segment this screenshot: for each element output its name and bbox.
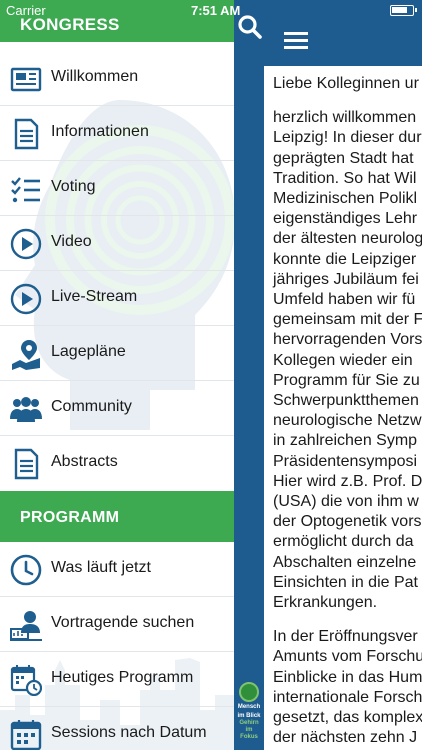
menu-label: Video (51, 233, 92, 250)
article-line: Medizinischen Polikl (273, 190, 418, 208)
clock-icon (10, 554, 42, 586)
menu-item-sessions-nach-datum[interactable]: Sessions nach Datum (0, 707, 234, 750)
article-line: geprägten Stadt hat (273, 149, 414, 167)
menu-label: Voting (51, 178, 96, 195)
article-line: Schwerpunktthemen (273, 392, 419, 410)
article-paragraph: In der Eröffnungsver Amunts vom Forschu Ei… (273, 627, 422, 748)
section-title: PROGRAMM (20, 509, 120, 526)
map-pin-icon (12, 340, 40, 370)
article-line: jähriges Jubiläum fei (273, 270, 419, 288)
article-line: Hier wird z.B. Prof. D (273, 472, 422, 490)
article-line: Einsichten in die Pat (273, 573, 418, 591)
article-line: ermöglicht durch da (273, 533, 414, 551)
app-root: Carrier 7:51 AM Liebe Kolleginnen ur her… (0, 0, 422, 750)
article-line: in zahlreichen Symp (273, 432, 418, 450)
play-circle-icon (10, 228, 42, 260)
salutation-text: Liebe Kolleginnen ur (273, 75, 419, 92)
menu-label: Sessions nach Datum (51, 724, 207, 741)
brand-logo: Mensch im Blick Gehirn im Fokus (236, 682, 262, 742)
play-circle-icon (10, 283, 42, 315)
article-line: konnte die Leipziger (273, 250, 417, 268)
menu-label: Live-Stream (51, 288, 138, 305)
menu-item-informationen[interactable]: Informationen (0, 106, 234, 161)
article-line: Präsidentensymposi (273, 452, 418, 470)
menu-item-live-stream[interactable]: Live-Stream (0, 271, 234, 326)
menu-label: Lagepläne (51, 343, 126, 360)
brand-line-2: im Blick (237, 713, 261, 719)
menu-item-video[interactable]: Video (0, 216, 234, 271)
brand-logo-icon (239, 682, 259, 702)
battery-icon (390, 5, 417, 16)
article-line: internationale Forsch (273, 688, 422, 706)
article-line: Abschalten einzelne (273, 553, 417, 571)
menu-label: Heutiges Programm (51, 669, 194, 686)
brand-line-1: Mensch (237, 704, 261, 710)
article-line: Umfeld haben wir fü (273, 291, 416, 309)
article-line: Erkrankungen. (273, 594, 378, 612)
article-paragraph: herzlich willkommen Leipzig! In dieser du… (273, 108, 422, 613)
people-icon (10, 397, 42, 422)
programm-section-header: PROGRAMM (0, 491, 234, 542)
menu-item-willkommen[interactable]: Willkommen (0, 51, 234, 106)
menu-label: Was läuft jetzt (51, 559, 151, 576)
menu-item-was-laeuft-jetzt[interactable]: Was läuft jetzt (0, 542, 234, 597)
article-line: der ältesten neurolog (273, 230, 422, 248)
menu-item-heutiges-programm[interactable]: Heutiges Programm (0, 652, 234, 707)
article-line: Amunts vom Forschu (273, 648, 422, 666)
clock-label: 7:51 AM (191, 3, 241, 18)
article-line: der Optogenetik vors (273, 513, 422, 531)
article-line: gemeinsam mit der F (273, 311, 422, 329)
side-toolbar: Mensch im Blick Gehirn im Fokus (234, 0, 264, 750)
menu-label: Informationen (51, 123, 149, 140)
welcome-article: Liebe Kolleginnen ur herzlich willkommen… (273, 74, 422, 750)
article-line: neurologische Netzw (273, 412, 422, 430)
menu-item-lageplaene[interactable]: Lagepläne (0, 326, 234, 381)
article-line: Programm für Sie zu (273, 371, 420, 389)
newspaper-icon (10, 67, 42, 92)
battery-level (392, 7, 407, 13)
article-line: Einblicke in das Hum (273, 668, 422, 686)
article-line: (USA) die von ihm w (273, 493, 419, 511)
article-line: Kollegen wieder ein (273, 351, 413, 369)
menu-item-abstracts[interactable]: Abstracts (0, 436, 234, 491)
menu-item-voting[interactable]: Voting (0, 161, 234, 216)
article-line: eigenständiges Lehr (273, 210, 418, 228)
document-icon (14, 118, 39, 150)
article-line: Tradition. So hat Wil (273, 169, 417, 187)
navigation-drawer: KONGRESS Willkommen Informationen Voting… (0, 0, 234, 750)
article-line: der nächsten zehn J (273, 729, 418, 747)
article-line: hervorragenden Vors (273, 331, 422, 349)
menu-label: Vortragende suchen (51, 614, 195, 631)
document-icon (14, 448, 39, 480)
menu-item-community[interactable]: Community (0, 381, 234, 436)
menu-label: Willkommen (51, 68, 139, 85)
brand-line-3: Gehirn (239, 720, 259, 726)
calendar-clock-icon (10, 665, 42, 696)
article-line: gesetzt, das komplex (273, 709, 422, 727)
speaker-icon (10, 611, 42, 641)
hamburger-menu-icon[interactable] (284, 32, 308, 50)
carrier-label: Carrier (6, 3, 46, 18)
brand-line-4: im Fokus (240, 727, 258, 740)
menu-item-vortragende-suchen[interactable]: Vortragende suchen (0, 597, 234, 652)
content-panel: Liebe Kolleginnen ur herzlich willkommen… (234, 0, 422, 750)
article-line: In der Eröffnungsver (273, 628, 418, 646)
article-line: Leipzig! In dieser dur (273, 129, 422, 147)
calendar-icon (10, 720, 42, 750)
status-bar: Carrier 7:51 AM (0, 0, 422, 20)
article-line: herzlich willkommen (273, 109, 417, 127)
menu-label: Community (51, 398, 132, 415)
menu-label: Abstracts (51, 453, 118, 470)
checklist-icon (11, 177, 40, 203)
